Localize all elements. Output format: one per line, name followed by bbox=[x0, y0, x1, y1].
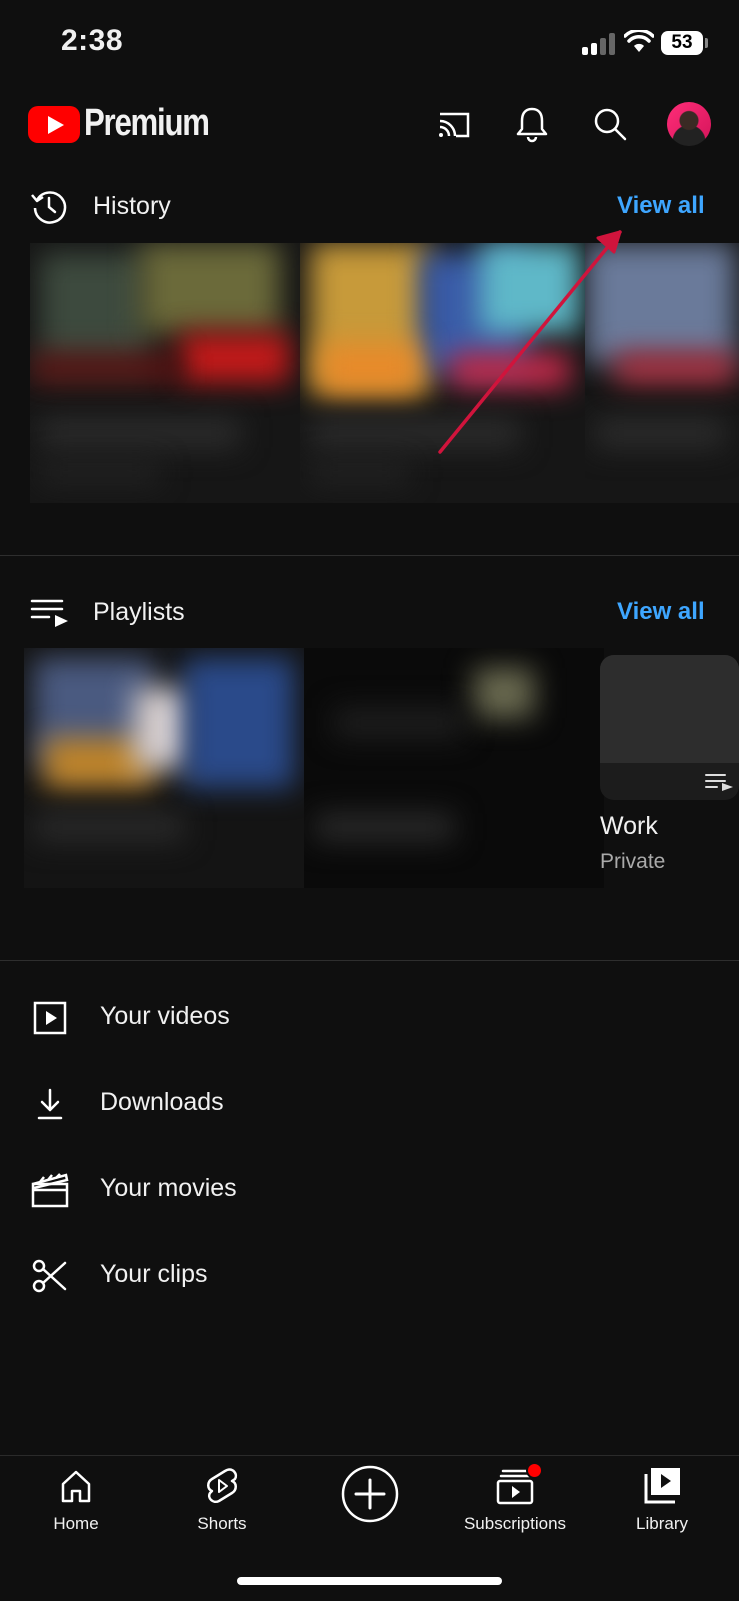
annotation-arrow bbox=[438, 230, 622, 454]
search-icon[interactable] bbox=[590, 104, 630, 144]
nav-label: Library bbox=[636, 1514, 688, 1533]
section-divider bbox=[0, 555, 739, 556]
history-view-all-link[interactable]: View all bbox=[617, 192, 705, 220]
shorts-icon bbox=[207, 1468, 238, 1503]
playlist-title[interactable]: Work bbox=[600, 812, 658, 841]
history-icon bbox=[31, 191, 67, 224]
cellular-signal-icon bbox=[582, 33, 616, 55]
playlist-icon bbox=[30, 599, 68, 627]
nav-label: Home bbox=[53, 1514, 99, 1533]
menu-your-clips[interactable]: Your clips bbox=[0, 1236, 739, 1316]
menu-label: Your videos bbox=[100, 1002, 230, 1030]
home-icon bbox=[61, 1470, 91, 1503]
wifi-icon bbox=[624, 30, 654, 52]
avatar[interactable] bbox=[667, 102, 711, 146]
playlist-card[interactable] bbox=[24, 648, 304, 888]
menu-label: Downloads bbox=[100, 1088, 224, 1116]
download-icon bbox=[37, 1088, 63, 1120]
menu-label: Your clips bbox=[100, 1260, 208, 1288]
create-icon bbox=[341, 1465, 399, 1523]
battery-tip bbox=[705, 38, 708, 48]
nav-shorts[interactable]: Shorts bbox=[152, 1466, 292, 1534]
playlist-card[interactable] bbox=[304, 648, 604, 888]
playlist-card-work[interactable] bbox=[600, 655, 739, 800]
brand-premium: Premium bbox=[84, 102, 210, 144]
section-divider bbox=[0, 960, 739, 961]
nav-label: Shorts bbox=[197, 1514, 247, 1533]
scissors-icon bbox=[32, 1259, 67, 1293]
history-title: History bbox=[93, 192, 171, 220]
youtube-logo-icon bbox=[28, 106, 80, 143]
menu-downloads[interactable]: Downloads bbox=[0, 1064, 739, 1144]
play-square-icon bbox=[33, 1001, 67, 1035]
nav-library[interactable]: Library bbox=[592, 1466, 732, 1534]
menu-your-videos[interactable]: Your videos bbox=[0, 978, 739, 1058]
nav-create[interactable] bbox=[300, 1464, 440, 1524]
history-video-card[interactable] bbox=[30, 243, 300, 503]
playlist-privacy: Private bbox=[600, 850, 666, 873]
nav-label: Subscriptions bbox=[463, 1514, 567, 1533]
clapperboard-icon bbox=[31, 1173, 69, 1208]
nav-home[interactable]: Home bbox=[6, 1466, 146, 1534]
playlist-icon bbox=[705, 774, 733, 791]
notification-dot bbox=[526, 1462, 543, 1479]
home-indicator[interactable] bbox=[237, 1577, 502, 1585]
bell-icon[interactable] bbox=[512, 104, 552, 144]
menu-your-movies[interactable]: Your movies bbox=[0, 1150, 739, 1230]
library-icon bbox=[644, 1468, 680, 1504]
menu-label: Your movies bbox=[100, 1174, 237, 1202]
nav-subscriptions[interactable]: Subscriptions bbox=[445, 1462, 585, 1534]
playlists-view-all-link[interactable]: View all bbox=[617, 598, 705, 626]
cast-icon[interactable] bbox=[434, 104, 474, 144]
playlists-title: Playlists bbox=[93, 598, 185, 626]
status-time: 2:38 bbox=[61, 24, 124, 57]
battery-level: 53 bbox=[661, 31, 703, 55]
